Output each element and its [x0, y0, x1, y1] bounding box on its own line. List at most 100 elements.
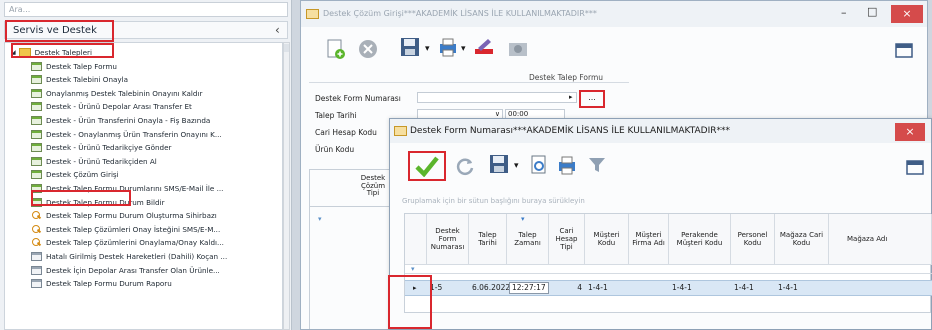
form-no-input[interactable] — [417, 92, 577, 103]
tree-item-label: Destek - Ürünü Tedarikçiden Al — [46, 156, 157, 166]
tree-item-label: Destek Talep Formu Durum Raporu — [46, 279, 172, 289]
tree-item[interactable]: Hatalı Girilmiş Destek Hareketleri (Dahi… — [31, 250, 227, 262]
window-icon — [394, 126, 407, 136]
report-document-icon — [31, 265, 42, 275]
tree-item[interactable]: Destek - Ürün Transferini Onayla - Fiş B… — [31, 114, 210, 126]
col-header-form-no[interactable]: Destek Form Numarası — [427, 214, 469, 264]
filter-row[interactable]: ▾ — [405, 264, 932, 274]
tree-item[interactable]: Destek Talep Formu Durum Raporu — [31, 278, 172, 290]
lookup-button[interactable]: ... — [579, 90, 605, 108]
cell-personel-kodu[interactable]: 1-4-1 — [731, 281, 754, 295]
query-magnifier-icon — [31, 238, 42, 247]
form-document-icon — [31, 170, 42, 180]
field-label-cari-hesap-kodu: Cari Hesap Kodu — [315, 128, 377, 137]
col-header-cari-hesap-tipi[interactable]: Cari Hesap Tipi — [549, 214, 585, 264]
filter-icon[interactable]: ▾ — [318, 215, 322, 223]
layout-icon[interactable] — [904, 157, 926, 179]
window-icon — [306, 9, 319, 19]
save-icon[interactable] — [488, 153, 510, 175]
col-header-personel-kodu[interactable]: Personel Kodu — [731, 214, 775, 264]
cell-magaza-adi[interactable] — [829, 281, 832, 295]
cell-musteri-firma-adi[interactable] — [629, 281, 632, 295]
window-titlebar: Destek Çözüm Girişi***AKADEMİK LİSANS İL… — [301, 1, 927, 27]
cancel-icon[interactable] — [357, 38, 379, 60]
collapse-chevron-icon[interactable]: ‹ — [275, 23, 280, 37]
tree-item-label: Destek Talep Formu — [46, 61, 117, 71]
search-input[interactable]: Ara... — [4, 2, 288, 17]
menu-tree: ◢ Destek Talepleri Destek Talep Formu Des… — [4, 42, 283, 330]
confirm-check-icon[interactable] — [414, 155, 440, 177]
close-button[interactable]: × — [895, 123, 925, 141]
col-header-magaza-cari-kodu[interactable]: Mağaza Cari Kodu — [775, 214, 829, 264]
left-navigation-panel: Ara... Servis ve Destek ‹ ◢ Destek Talep… — [0, 0, 292, 330]
form-document-icon — [31, 102, 42, 112]
form-document-icon — [31, 61, 42, 71]
query-magnifier-icon — [31, 211, 42, 220]
tree-item-label: Onaylanmış Destek Talebinin Onayını Kald… — [46, 88, 203, 98]
form-document-icon — [31, 115, 42, 125]
tree-item-label: Hatalı Girilmiş Destek Hareketleri (Dahi… — [46, 251, 228, 261]
tree-item-label: Destek - Onaylanmış Ürün Transferin Onay… — [46, 129, 222, 139]
window-titlebar: Destek Form Numarası***AKADEMİK LİSANS İ… — [390, 119, 931, 143]
edit-design-icon[interactable] — [473, 36, 495, 58]
save-icon[interactable] — [399, 36, 421, 58]
dropdown-arrow-icon[interactable]: ▾ — [514, 161, 519, 171]
form-document-icon — [31, 129, 42, 139]
col-header-musteri-firma-adi[interactable]: Müşteri Firma Adı — [629, 214, 669, 264]
refresh-icon[interactable] — [454, 155, 476, 177]
layout-icon[interactable] — [893, 40, 915, 62]
tree-item[interactable]: Destek Çözüm Girişi — [31, 169, 119, 181]
tree-item[interactable]: Destek Talebini Onayla — [31, 74, 128, 86]
tree-item[interactable]: Destek - Onaylanmış Ürün Transferin Onay… — [31, 128, 222, 140]
cell-cari-hesap-tipi[interactable]: 4 — [549, 281, 585, 295]
form-document-icon — [31, 88, 42, 98]
col-header-perakende-musteri-kodu[interactable]: Perakende Müşteri Kodu — [669, 214, 731, 264]
col-header-talep-zamani[interactable]: Talep Zamanı — [507, 214, 549, 264]
cell-magaza-cari-kodu[interactable]: 1-4-1 — [775, 281, 798, 295]
selected-form-no-highlight — [388, 275, 432, 329]
dropdown-arrow-icon[interactable]: ▾ — [461, 44, 466, 54]
tree-item[interactable]: Onaylanmış Destek Talebinin Onayını Kald… — [31, 87, 202, 99]
minimize-button[interactable]: – — [841, 6, 847, 19]
tree-item-label: Destek İçin Depolar Arası Transfer Olan … — [46, 265, 220, 275]
tree-item[interactable]: Destek Talep Çözümlerini Onaylama/Onay K… — [31, 237, 224, 249]
cell-talep-zamani[interactable]: 12:27:17 — [509, 282, 549, 294]
col-header-magaza-adi[interactable]: Mağaza Adı — [829, 214, 932, 264]
filter-icon[interactable]: ▾ — [411, 265, 415, 273]
tree-item[interactable]: Destek - Ürünü Tedarikçiden Al — [31, 155, 157, 167]
dropdown-arrow-icon[interactable]: ▾ — [425, 44, 430, 54]
tree-root-highlight — [11, 43, 114, 58]
toolbar: ▾ ▾ — [301, 28, 927, 70]
grid-col-header[interactable]: Destek Çözüm Tipi — [356, 174, 390, 198]
preview-icon[interactable] — [528, 154, 550, 176]
table-row[interactable]: ▸ 1-5 6.06.2022 12:27:17 4 1-4-1 1-4-1 1… — [405, 280, 932, 296]
col-header-talep-tarihi[interactable]: Talep Tarihi — [469, 214, 507, 264]
cell-musteri-kodu[interactable]: 1-4-1 — [585, 281, 608, 295]
filter-icon[interactable] — [586, 154, 608, 176]
tree-item[interactable]: Destek Talep Formu Durum Oluşturma Sihir… — [31, 210, 217, 222]
close-button[interactable]: × — [891, 5, 923, 23]
selected-item-highlight — [31, 190, 131, 206]
tree-item[interactable]: Destek - Ürünü Depolar Arası Transfer Et — [31, 101, 192, 113]
camera-icon[interactable] — [507, 38, 529, 60]
tree-item-label: Destek Talep Çözümleri Onay İsteğini SMS… — [46, 224, 221, 234]
form-document-icon — [31, 75, 42, 85]
background-grid: Destek Çözüm Tipi ▾ — [309, 169, 390, 329]
tree-item[interactable]: Destek - Ürünü Tedarikçiye Gönder — [31, 142, 171, 154]
col-header-musteri-kodu[interactable]: Müşteri Kodu — [585, 214, 629, 264]
tree-item[interactable]: Destek Talep Formu — [31, 60, 117, 72]
tree-item[interactable]: Destek Talep Çözümleri Onay İsteğini SMS… — [31, 223, 220, 235]
maximize-button[interactable]: □ — [867, 5, 877, 18]
print-icon[interactable] — [556, 154, 578, 176]
field-label-form-no: Destek Form Numarası — [315, 94, 401, 103]
report-document-icon — [31, 279, 42, 289]
tree-scrollbar[interactable] — [283, 42, 290, 330]
print-icon[interactable] — [437, 36, 459, 58]
dropdown-arrow-icon[interactable]: ▸ — [569, 93, 573, 101]
cell-perakende-musteri-kodu[interactable]: 1-4-1 — [669, 281, 692, 295]
new-document-icon[interactable] — [325, 38, 347, 60]
tree-item[interactable]: Destek İçin Depolar Arası Transfer Olan … — [31, 264, 220, 276]
cell-talep-tarihi[interactable]: 6.06.2022 — [469, 281, 510, 295]
window-title: Destek Çözüm Girişi***AKADEMİK LİSANS İL… — [323, 9, 597, 18]
group-by-hint: Gruplamak için bir sütun başlığını buray… — [402, 197, 585, 205]
